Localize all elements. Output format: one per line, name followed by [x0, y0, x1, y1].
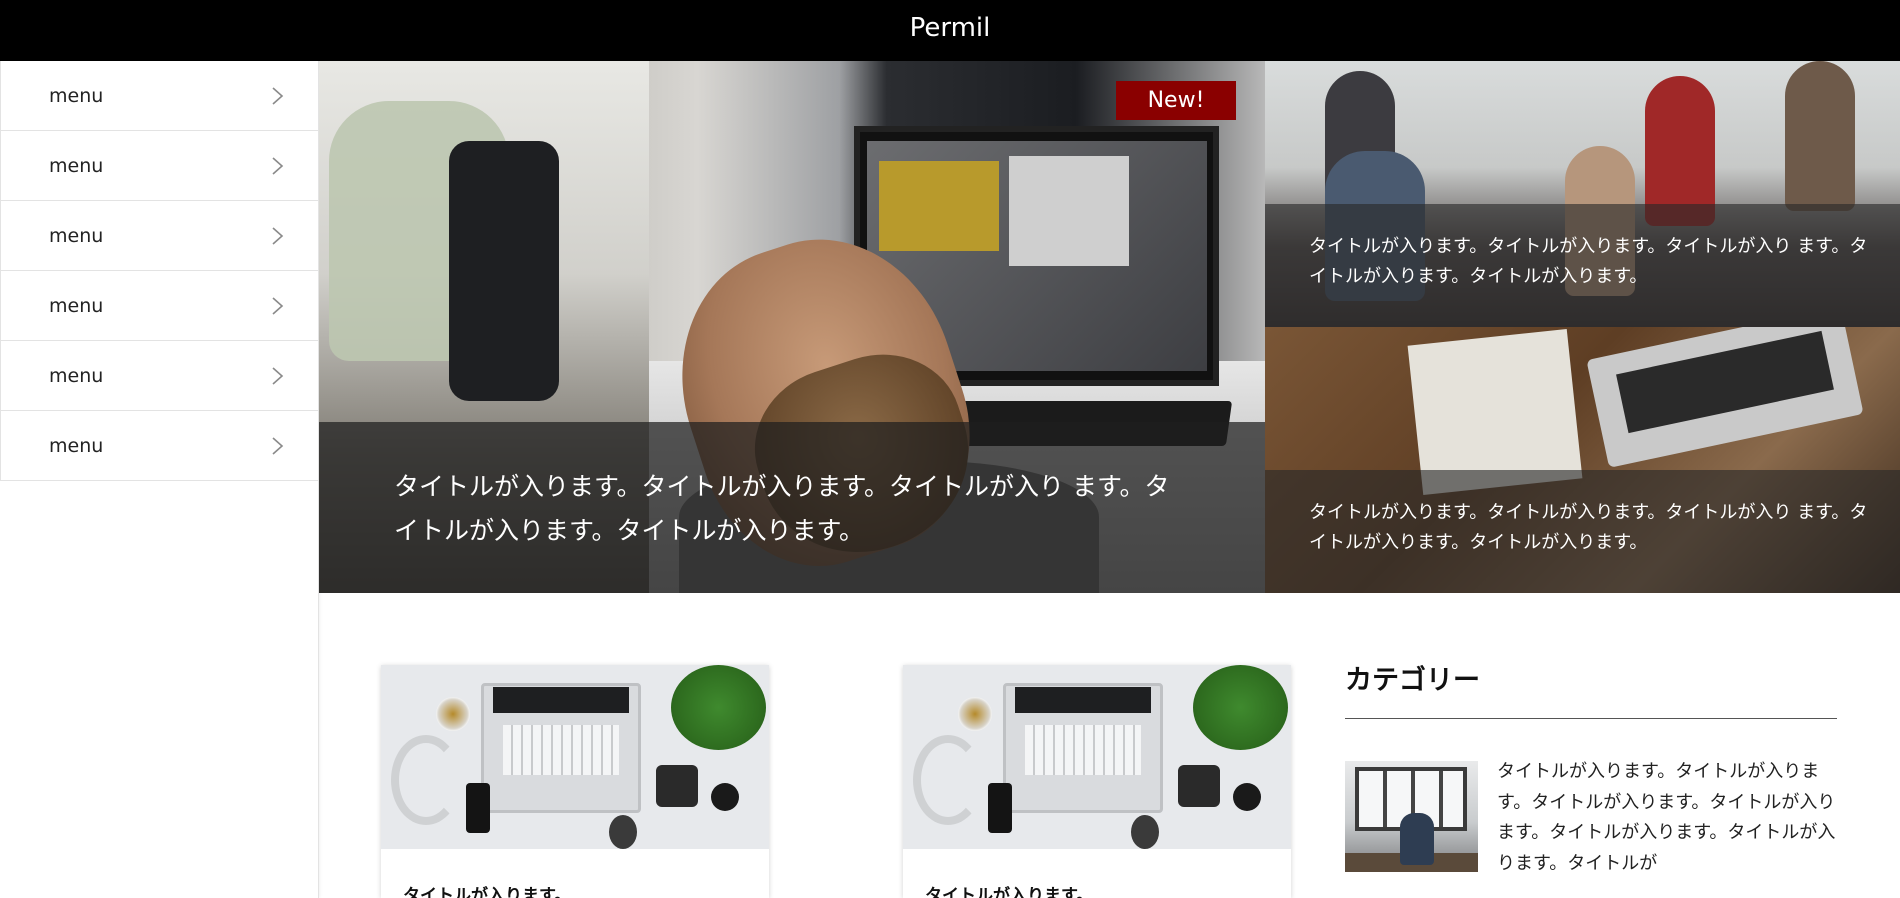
hero-photo-screen-artwork: [1009, 156, 1129, 266]
sidebar-menu-label: menu: [49, 295, 104, 317]
sidebar-menu-label: menu: [49, 85, 104, 107]
thumbnail-cup: [436, 697, 470, 731]
thumbnail-plant: [1193, 665, 1288, 750]
thumbnail-headphones: [913, 735, 983, 825]
hero-side-article[interactable]: タイトルが入ります。タイトルが入ります。タイトルが入り ます。タイトルが入ります…: [1265, 327, 1900, 593]
hero-side-caption-overlay: タイトルが入ります。タイトルが入ります。タイトルが入り ます。タイトルが入ります…: [1265, 204, 1900, 327]
category-divider: [1345, 718, 1837, 719]
chevron-right-icon: [272, 157, 284, 175]
sidebar-menu-item[interactable]: menu: [0, 201, 318, 271]
thumbnail-laptop-keyboard: [503, 725, 619, 775]
thumbnail-phone: [988, 783, 1012, 833]
sidebar-menu-label: menu: [49, 225, 104, 247]
thumbnail-mouse: [1131, 815, 1159, 849]
article-card-thumbnail: [381, 665, 769, 849]
sidebar-menu: menu menu menu menu menu menu: [0, 61, 319, 898]
hero-main-article[interactable]: New! タイトルが入ります。タイトルが入ります。タイトルが入り ます。タイトル…: [319, 61, 1265, 593]
category-entry-thumbnail[interactable]: [1345, 761, 1478, 872]
sidebar-menu-item[interactable]: menu: [0, 271, 318, 341]
hero-side-caption-overlay: タイトルが入ります。タイトルが入ります。タイトルが入り ます。タイトルが入ります…: [1265, 470, 1900, 593]
chevron-right-icon: [272, 87, 284, 105]
chevron-right-icon: [272, 437, 284, 455]
hero-side-article[interactable]: タイトルが入ります。タイトルが入ります。タイトルが入り ます。タイトルが入ります…: [1265, 61, 1900, 327]
article-card-title[interactable]: タイトルが入ります。: [925, 881, 1093, 898]
new-badge: New!: [1116, 81, 1236, 120]
article-card-title[interactable]: タイトルが入ります。: [403, 881, 571, 898]
sidebar-menu-item[interactable]: menu: [0, 411, 318, 481]
hero-section: New! タイトルが入ります。タイトルが入ります。タイトルが入り ます。タイトル…: [319, 61, 1900, 593]
hero-photo-chair: [449, 141, 559, 401]
thumbnail-camera: [656, 765, 698, 807]
thumbnail-person: [1400, 813, 1434, 865]
hero-side-title[interactable]: タイトルが入ります。タイトルが入ります。タイトルが入り ます。タイトルが入ります…: [1309, 498, 1869, 558]
thumbnail-laptop-keyboard: [1025, 725, 1141, 775]
top-header-bar: Permil: [0, 0, 1900, 61]
hero-side-photo-person: [1785, 61, 1855, 211]
article-card-thumbnail: [903, 665, 1291, 849]
sidebar-menu-label: menu: [49, 155, 104, 177]
site-logo-text[interactable]: Permil: [0, 0, 1900, 61]
article-card[interactable]: タイトルが入ります。: [381, 665, 769, 898]
thumbnail-plant: [671, 665, 766, 750]
category-heading: カテゴリー: [1345, 665, 1480, 696]
thumbnail-camera: [1178, 765, 1220, 807]
sidebar-menu-item[interactable]: menu: [0, 61, 318, 131]
chevron-right-icon: [272, 297, 284, 315]
article-card[interactable]: タイトルが入ります。: [903, 665, 1291, 898]
thumbnail-cup: [958, 697, 992, 731]
thumbnail-phone: [466, 783, 490, 833]
thumbnail-laptop-screen: [1015, 687, 1151, 713]
thumbnail-lens: [1233, 783, 1261, 811]
hero-side-title[interactable]: タイトルが入ります。タイトルが入ります。タイトルが入り ます。タイトルが入ります…: [1309, 232, 1869, 292]
chevron-right-icon: [272, 367, 284, 385]
sidebar-menu-item[interactable]: menu: [0, 341, 318, 411]
sidebar-menu-item[interactable]: menu: [0, 131, 318, 201]
hero-main-caption-overlay: タイトルが入ります。タイトルが入ります。タイトルが入り ます。タイトルが入ります…: [319, 422, 1265, 593]
chevron-right-icon: [272, 227, 284, 245]
thumbnail-laptop-screen: [493, 687, 629, 713]
sidebar-menu-label: menu: [49, 435, 104, 457]
hero-main-title[interactable]: タイトルが入ります。タイトルが入ります。タイトルが入り ます。タイトルが入ります…: [394, 465, 1194, 553]
hero-photo-screen-artwork: [879, 161, 999, 251]
thumbnail-mouse: [609, 815, 637, 849]
thumbnail-headphones: [391, 735, 461, 825]
category-entry-title[interactable]: タイトルが入ります。タイトルが入ります。タイトルが入ります。タイトルが入ります。…: [1497, 757, 1837, 879]
thumbnail-lens: [711, 783, 739, 811]
sidebar-menu-label: menu: [49, 365, 104, 387]
